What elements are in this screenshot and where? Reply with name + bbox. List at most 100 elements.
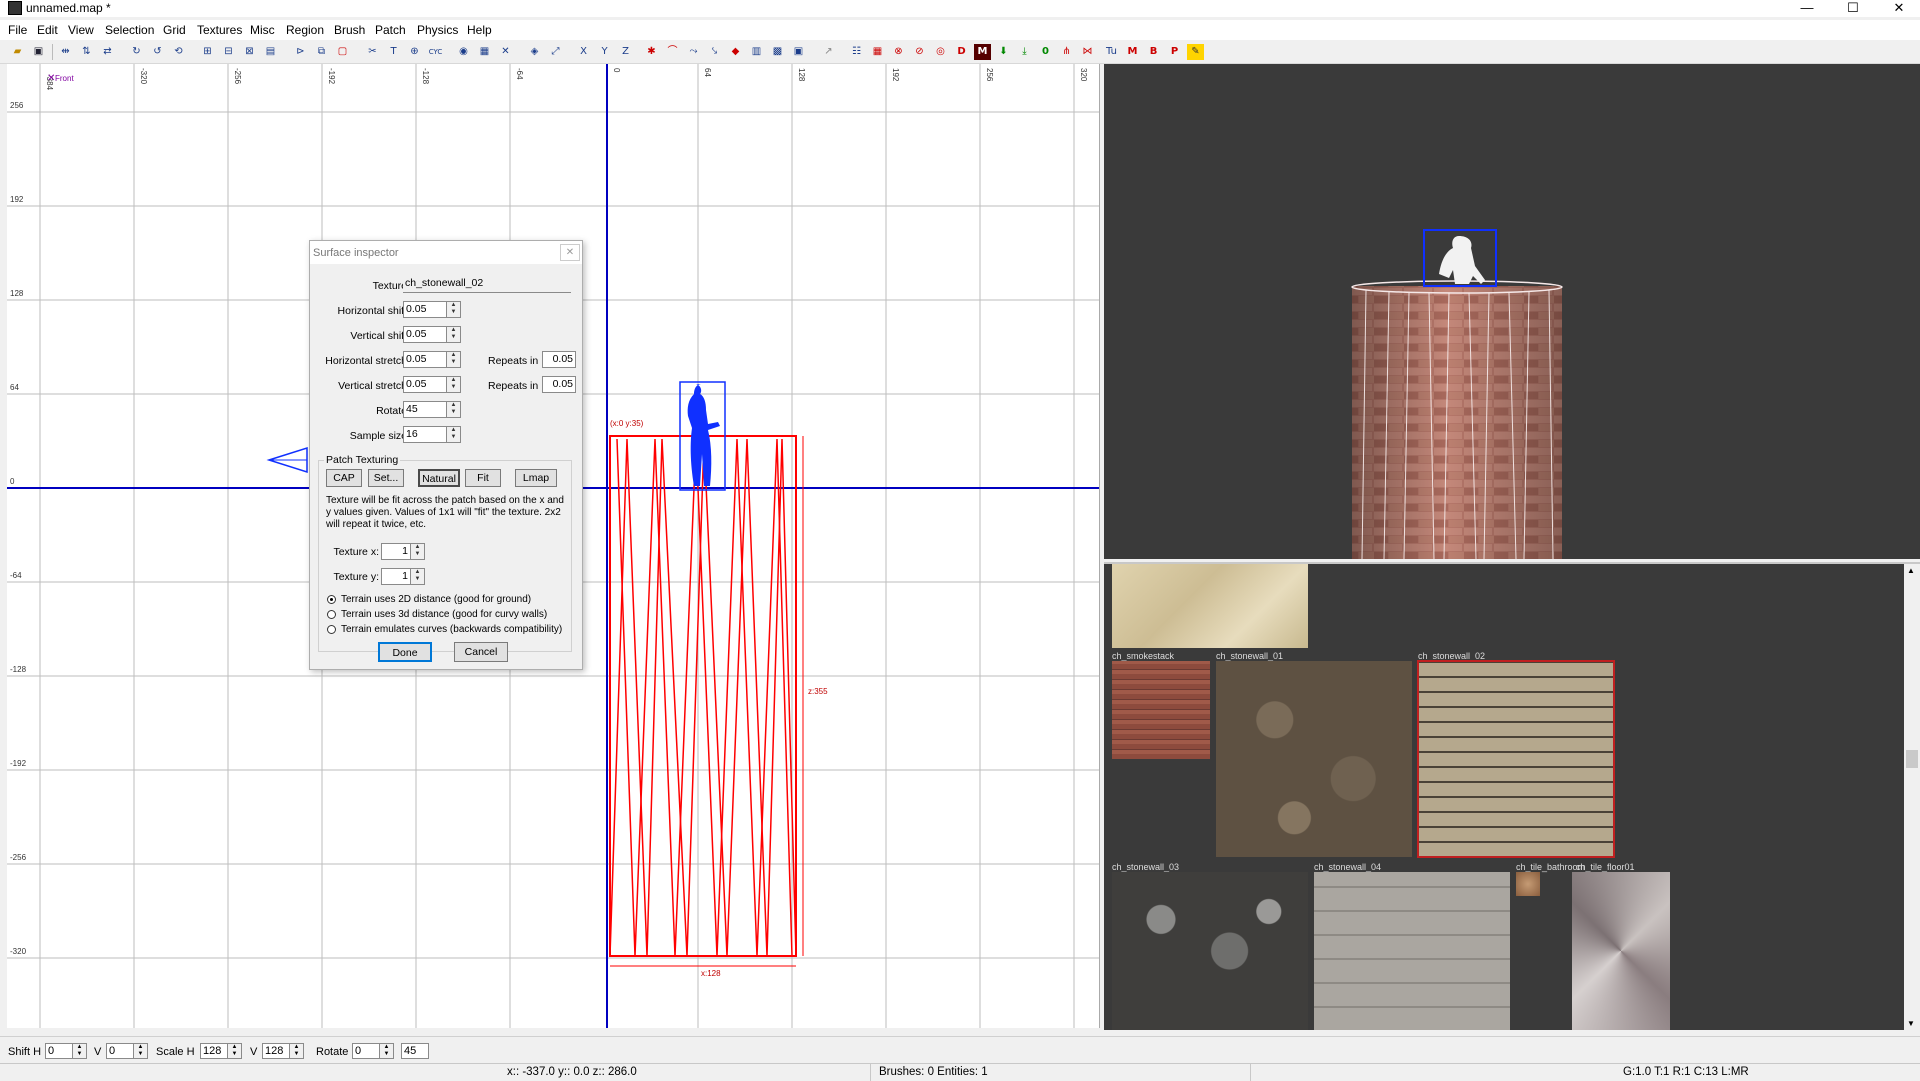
dialog-close-button[interactable]: ✕ [560,244,580,261]
texture-thumb-top[interactable] [1112,564,1308,648]
texture-u-icon[interactable]: Tu [1103,44,1120,60]
arrow-down-icon[interactable]: ⬇ [995,44,1012,60]
hollow-icon[interactable]: ▢ [334,44,351,60]
maximize-button[interactable]: ☐ [1830,0,1876,17]
texture-x-input[interactable]: 1 [381,543,411,560]
filter-p-icon[interactable]: P [1166,44,1183,60]
texture-thumb-smokestack[interactable] [1112,661,1210,759]
texture-thumb-stonewall-03[interactable] [1112,872,1308,1030]
entity-icon[interactable]: ▦ [476,44,493,60]
flip-x-icon[interactable]: ⇹ [57,44,74,60]
texture-lock-icon[interactable]: T [385,44,402,60]
patch-create-icon[interactable]: ✱ [643,44,660,60]
scale-h-spinner[interactable]: ▲ ▼ [228,1043,242,1059]
show-names-icon[interactable]: ☷ [848,44,865,60]
terrain-curves-radio[interactable] [327,625,336,634]
texture-name-field[interactable]: ch_stonewall_02 [403,276,571,293]
plugin-icon[interactable]: ✎ [1187,44,1204,60]
rotate-y-icon[interactable]: ↺ [149,44,166,60]
filter-b-icon[interactable]: B [1145,44,1162,60]
horizontal-repeats-field[interactable]: 0.05 [542,351,576,368]
zero-icon[interactable]: 0 [1037,44,1054,60]
menu-file[interactable]: File [8,23,27,37]
rotate-x-icon[interactable]: ↻ [128,44,145,60]
shift-h-spinner[interactable]: ▲ ▼ [73,1043,87,1059]
menu-region[interactable]: Region [286,23,324,37]
scroll-down-icon[interactable]: ▼ [1907,1019,1915,1028]
select-complete-icon[interactable]: ⊞ [199,44,216,60]
dialog-titlebar[interactable]: Surface inspector ✕ [310,241,582,264]
patch-bend-icon[interactable]: ⌒ [664,44,681,60]
texture-thumb-stonewall-01[interactable] [1216,661,1412,857]
menu-physics[interactable]: Physics [417,23,458,37]
show-angles-icon[interactable]: ↗ [820,44,837,60]
patch-cap-icon[interactable]: ▥ [748,44,765,60]
menu-grid[interactable]: Grid [163,23,186,37]
texture-thumb-tile-floor01[interactable] [1572,872,1670,1030]
scale-h-input[interactable]: 128 [200,1043,228,1059]
texture-thumb-tile-bathroom[interactable] [1516,872,1540,896]
csg-merge-icon[interactable]: ⧉ [313,44,330,60]
scroll-thumb[interactable] [1906,750,1918,768]
filter-world-icon[interactable]: ⊗ [890,44,907,60]
clipper-icon[interactable]: ✂ [364,44,381,60]
lock-x-icon[interactable]: X [575,44,592,60]
vertical-shift-spinner[interactable]: ▲ ▼ [447,326,461,343]
vertical-repeats-field[interactable]: 0.05 [542,376,576,393]
texture-browser[interactable]: ch_smokestack ch_stonewall_01 ch_stonewa… [1104,562,1920,1030]
rotate-mode-icon[interactable]: ◈ [526,44,543,60]
filter-m-icon[interactable]: M [974,44,991,60]
patch-weld-icon[interactable]: ⤳ [685,44,702,60]
tree-icon[interactable]: ⋔ [1058,44,1075,60]
cap-button[interactable]: CAP [326,469,362,487]
fit-button[interactable]: Fit [465,469,501,487]
csg-subtract-icon[interactable]: ⊳ [292,44,309,60]
close-button[interactable]: ✕ [1876,0,1920,17]
patch-matrix-icon[interactable]: ▣ [790,44,807,60]
patch-insert-icon[interactable]: ◆ [727,44,744,60]
shift-v-input[interactable]: 0 [106,1043,134,1059]
sample-size-spinner[interactable]: ▲ ▼ [447,426,461,443]
lock-y-icon[interactable]: Y [596,44,613,60]
menu-brush[interactable]: Brush [334,23,365,37]
shift-h-input[interactable]: 0 [45,1043,73,1059]
patch-drill-icon[interactable]: ⤥ [706,44,723,60]
horizontal-stretch-input[interactable]: 0.05 [403,351,447,368]
texture-y-input[interactable]: 1 [381,568,411,585]
select-inside-icon[interactable]: ▤ [262,44,279,60]
rotate-input[interactable]: 0 [352,1043,380,1059]
vertical-shift-input[interactable]: 0.05 [403,326,447,343]
scroll-up-icon[interactable]: ▲ [1907,566,1915,575]
horizontal-shift-spinner[interactable]: ▲ ▼ [447,301,461,318]
set-button[interactable]: Set... [368,469,404,487]
sample-size-input[interactable]: 16 [403,426,447,443]
flip-z-icon[interactable]: ⇄ [99,44,116,60]
scale-mode-icon[interactable]: ⤢ [547,44,564,60]
menu-textures[interactable]: Textures [197,23,242,37]
horizontal-shift-input[interactable]: 0.05 [403,301,447,318]
rotate-z-icon[interactable]: ⟲ [170,44,187,60]
terrain-2d-radio[interactable] [327,595,336,604]
select-partial-icon[interactable]: ⊠ [241,44,258,60]
menu-patch[interactable]: Patch [375,23,406,37]
done-button[interactable]: Done [378,642,432,662]
texture-fit-icon[interactable]: ⊕ [406,44,423,60]
cycle-layer-icon[interactable]: CYC [427,44,444,60]
rotate-spinner[interactable]: ▲ ▼ [447,401,461,418]
texture-scrollbar[interactable]: ▲ ▼ [1904,564,1920,1030]
scale-v-spinner[interactable]: ▲ ▼ [290,1043,304,1059]
menu-misc[interactable]: Misc [250,23,275,37]
horizontal-stretch-spinner[interactable]: ▲ ▼ [447,351,461,368]
select-touching-icon[interactable]: ⊟ [220,44,237,60]
save-icon[interactable]: ▣ [30,44,47,60]
rotate-step-input[interactable]: 45 [401,1043,429,1059]
vertex-edit-icon[interactable]: ✕ [497,44,514,60]
texture-y-spinner[interactable]: ▲ ▼ [411,568,425,585]
filter-m2-icon[interactable]: M [1124,44,1141,60]
menu-view[interactable]: View [68,23,94,37]
minimize-button[interactable]: — [1784,0,1830,17]
natural-button[interactable]: Natural [418,469,460,487]
menu-selection[interactable]: Selection [105,23,154,37]
terrain-3d-radio[interactable] [327,610,336,619]
menu-edit[interactable]: Edit [37,23,58,37]
